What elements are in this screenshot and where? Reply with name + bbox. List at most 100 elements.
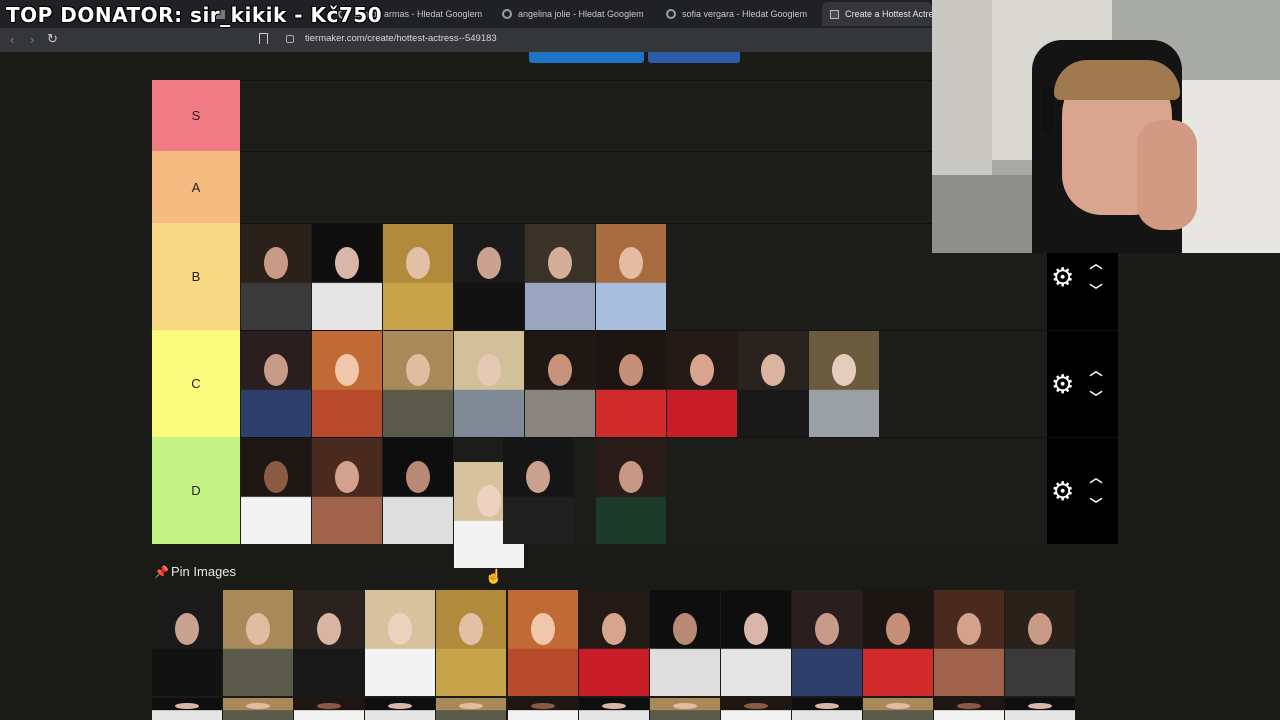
pool-image[interactable] [649,590,720,696]
photo-face [957,613,982,646]
chevron-up-icon[interactable]: ︿ [1089,471,1103,484]
tier-image[interactable] [312,331,382,437]
tier-image[interactable] [454,224,524,330]
photo-body [658,655,712,696]
site-info-icon[interactable] [286,35,294,43]
pool-image[interactable] [720,698,791,720]
pool-image[interactable] [934,698,1005,720]
pool-image[interactable] [578,698,649,720]
pool-image[interactable] [507,590,578,696]
browser-tab-3[interactable]: sofia vergara - Hledat Googlem [658,2,820,26]
pool-image[interactable] [578,590,649,696]
photo-face [601,613,626,646]
tier-image[interactable] [503,438,573,544]
tiermaker-icon [830,9,839,19]
tier-image[interactable] [383,331,453,437]
mouse-cursor-icon: ☝ [485,568,503,584]
photo-face [690,354,714,387]
pool-image[interactable] [791,698,862,720]
save-download-button[interactable] [529,52,644,63]
chevron-down-icon[interactable]: ﹀ [1089,284,1103,297]
photo-face [406,354,430,387]
pool-image[interactable] [365,698,436,720]
url-field[interactable]: tiermaker.com/create/hottest-actress--54… [305,33,497,44]
back-icon[interactable]: ‹ [10,32,14,47]
photo-face [264,247,288,280]
tier-image[interactable] [383,224,453,330]
pool-image[interactable] [863,698,933,720]
pool-image[interactable] [223,590,294,696]
gear-icon[interactable]: ⚙ [1051,264,1074,290]
tier-label-d[interactable]: D [152,437,240,544]
pool-image[interactable] [863,590,933,696]
photo-body [533,396,587,437]
photo-body [586,711,641,720]
tier-image[interactable] [596,224,666,330]
tier-image[interactable] [525,331,595,437]
photo-body [391,396,445,437]
photo-body [302,711,356,720]
tier-image[interactable] [525,224,595,330]
tier-image[interactable] [454,331,524,437]
share-button[interactable] [648,52,740,63]
pool-image[interactable] [1005,698,1076,720]
pin-images-title[interactable]: Pin Images [171,564,236,579]
pool-image[interactable] [294,698,365,720]
webcam-person-hair [1054,60,1180,100]
photo-body [320,289,374,330]
pool-image[interactable] [649,698,720,720]
tier-image[interactable] [667,331,737,437]
photo-body [160,711,214,720]
chevron-up-icon[interactable]: ︿ [1089,364,1103,377]
pool-image[interactable] [152,698,222,720]
forward-icon[interactable]: › [30,32,34,47]
pool-image[interactable] [934,590,1005,696]
chevron-down-icon[interactable]: ﹀ [1089,391,1103,404]
pool-image[interactable] [223,698,294,720]
tier-label-a[interactable]: A [152,151,240,223]
pool-image[interactable] [507,698,578,720]
gear-icon[interactable]: ⚙ [1051,371,1074,397]
tier-image[interactable] [241,438,311,544]
tier-image[interactable] [312,438,382,544]
photo-face [672,613,697,646]
tier-image[interactable] [241,331,311,437]
pool-image[interactable] [365,590,436,696]
chevron-up-icon[interactable]: ︿ [1089,257,1103,270]
photo-body [249,289,303,330]
tier-label-b[interactable]: B [152,223,240,330]
reload-icon[interactable]: ↻ [47,31,58,47]
photo-face [335,461,359,494]
pool-image[interactable] [436,698,507,720]
pool-image[interactable] [152,590,222,696]
photo-body [658,711,712,720]
photo-body [320,503,374,544]
pool-image[interactable] [436,590,507,696]
chevron-down-icon[interactable]: ﹀ [1089,498,1103,511]
photo-body [249,503,303,544]
pool-image[interactable] [720,590,791,696]
tier-image[interactable] [596,331,666,437]
pool-image[interactable] [1005,590,1076,696]
tier-image[interactable] [809,331,879,437]
webcam-headphones [1042,85,1054,135]
pool-image[interactable] [294,590,365,696]
tier-image[interactable] [312,224,382,330]
tier-image[interactable] [596,438,666,544]
browser-tab-2[interactable]: angelina jolie - Hledat Googlem [494,2,656,26]
browser-tab-4-active[interactable]: Create a Hottest Actress [822,2,932,26]
photo-body [373,711,427,720]
tier-image[interactable] [241,224,311,330]
tier-label-c[interactable]: C [152,330,240,437]
photo-face [743,613,768,646]
webcam-overlay [932,0,1280,253]
gear-icon[interactable]: ⚙ [1051,478,1074,504]
tier-label-s[interactable]: S [152,80,240,151]
photo-body [729,655,783,696]
pool-image[interactable] [791,590,862,696]
photo-face [619,354,643,387]
tier-image[interactable] [738,331,808,437]
tab-label: Create a Hottest Actress [845,9,932,19]
tier-image[interactable] [383,438,453,544]
bookmark-icon[interactable] [259,33,268,44]
